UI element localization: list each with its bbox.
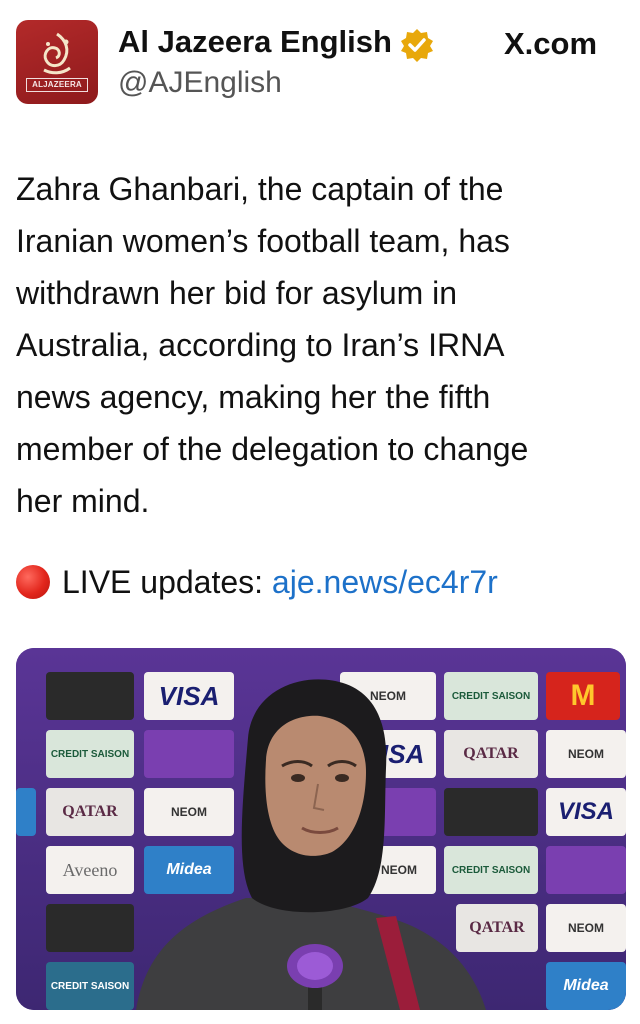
live-updates-line: LIVE updates: aje.news/ec4r7r — [16, 558, 498, 606]
live-label: LIVE updates: — [62, 564, 264, 600]
red-circle-icon — [16, 565, 50, 599]
live-updates-link[interactable]: aje.news/ec4r7r — [272, 564, 498, 600]
microphone-icon — [287, 944, 343, 1010]
tweet-photo[interactable]: VISA NEOM CREDIT SAISON M CREDIT SAISON … — [16, 648, 626, 1010]
account-name[interactable]: Al Jazeera English — [118, 24, 392, 60]
tweet-body: Zahra Ghanbari, the captain of the Irani… — [16, 171, 529, 519]
aljazeera-logo-icon — [43, 32, 71, 75]
account-avatar[interactable]: ALJAZEERA — [16, 20, 98, 104]
account-handle[interactable]: @AJEnglish — [118, 66, 282, 100]
tweet-header: ALJAZEERA Al Jazeera English @AJEnglish … — [0, 0, 640, 120]
avatar-caption: ALJAZEERA — [26, 78, 88, 92]
verified-badge-icon — [401, 29, 433, 62]
source-label: X.com — [504, 26, 598, 61]
